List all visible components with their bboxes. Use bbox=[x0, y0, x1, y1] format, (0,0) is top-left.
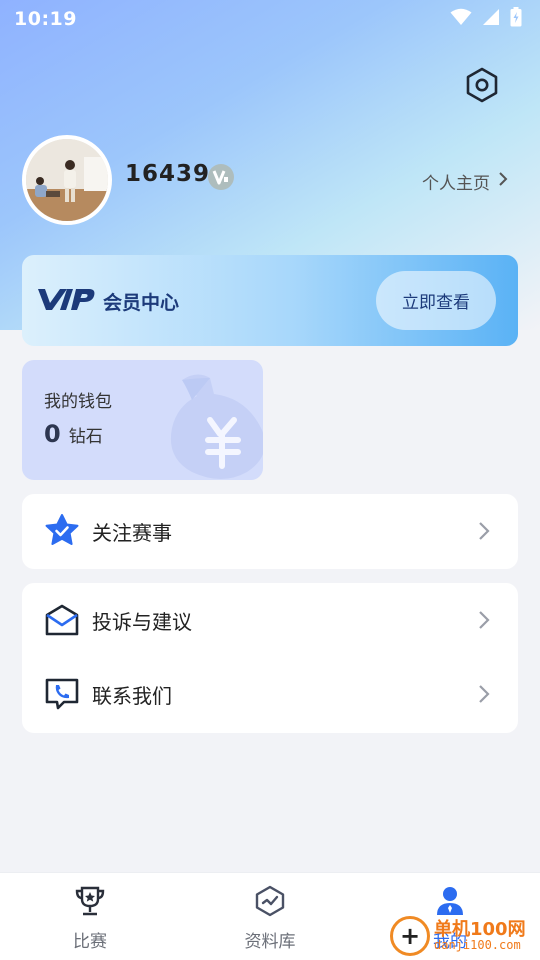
watermark-text: 单机100网 danji100.com bbox=[434, 918, 526, 953]
follow-card: 关注赛事 bbox=[22, 494, 518, 569]
settings-button[interactable] bbox=[462, 66, 502, 108]
status-icons bbox=[450, 7, 522, 31]
chevron-right-icon bbox=[478, 684, 490, 708]
watermark: + 单机100网 danji100.com bbox=[390, 912, 540, 960]
star-check-icon bbox=[44, 513, 80, 549]
homepage-label: 个人主页 bbox=[422, 174, 490, 194]
menu-item-feedback[interactable]: 投诉与建议 bbox=[22, 583, 518, 657]
wallet-unit: 钻石 bbox=[68, 427, 103, 447]
wallet-card[interactable]: 我的钱包 0 钻石 bbox=[22, 360, 263, 480]
homepage-link[interactable]: 个人主页 bbox=[422, 169, 508, 194]
menu-item-contact[interactable]: 联系我们 bbox=[22, 657, 518, 731]
watermark-line1: 单机100网 bbox=[434, 918, 526, 940]
avatar[interactable] bbox=[22, 135, 112, 225]
watermark-logo-icon: + bbox=[390, 916, 430, 956]
mail-icon bbox=[44, 602, 80, 638]
support-card: 投诉与建议 联系我们 bbox=[22, 583, 518, 733]
menu-label-feedback: 投诉与建议 bbox=[92, 609, 192, 634]
tab-library[interactable]: 资料库 bbox=[210, 885, 330, 952]
vip-view-button[interactable]: 立即查看 bbox=[376, 271, 496, 330]
verified-badge-icon bbox=[208, 164, 234, 190]
wallet-amount: 0 bbox=[44, 420, 61, 448]
tab-matches[interactable]: 比赛 bbox=[30, 885, 150, 952]
library-icon bbox=[254, 885, 286, 921]
username: 16439 bbox=[125, 161, 211, 187]
vip-card[interactable]: 会员中心 立即查看 bbox=[22, 255, 518, 346]
vip-title: 会员中心 bbox=[103, 292, 180, 314]
signal-icon bbox=[482, 8, 500, 30]
status-bar: 10:19 bbox=[0, 0, 540, 38]
menu-label-follow: 关注赛事 bbox=[92, 520, 172, 545]
wallet-title: 我的钱包 bbox=[44, 392, 112, 412]
battery-icon bbox=[510, 7, 522, 31]
chevron-right-icon bbox=[478, 521, 490, 545]
chevron-right-icon bbox=[498, 171, 508, 192]
tab-label-matches: 比赛 bbox=[73, 932, 107, 952]
chevron-right-icon bbox=[478, 610, 490, 634]
vip-logo bbox=[36, 285, 96, 317]
profile-section: 16439 个人主页 bbox=[22, 135, 518, 225]
menu-label-contact: 联系我们 bbox=[92, 683, 172, 708]
phone-chat-icon bbox=[44, 676, 80, 712]
menu-item-follow[interactable]: 关注赛事 bbox=[22, 494, 518, 568]
wifi-icon bbox=[450, 8, 472, 30]
money-bag-icon bbox=[152, 368, 263, 480]
watermark-line2: danji100.com bbox=[434, 938, 521, 953]
status-time: 10:19 bbox=[14, 8, 77, 30]
wallet-balance: 0 钻石 bbox=[44, 420, 103, 448]
gear-icon bbox=[465, 67, 499, 107]
tab-label-library: 资料库 bbox=[244, 932, 296, 952]
trophy-icon bbox=[74, 885, 106, 921]
